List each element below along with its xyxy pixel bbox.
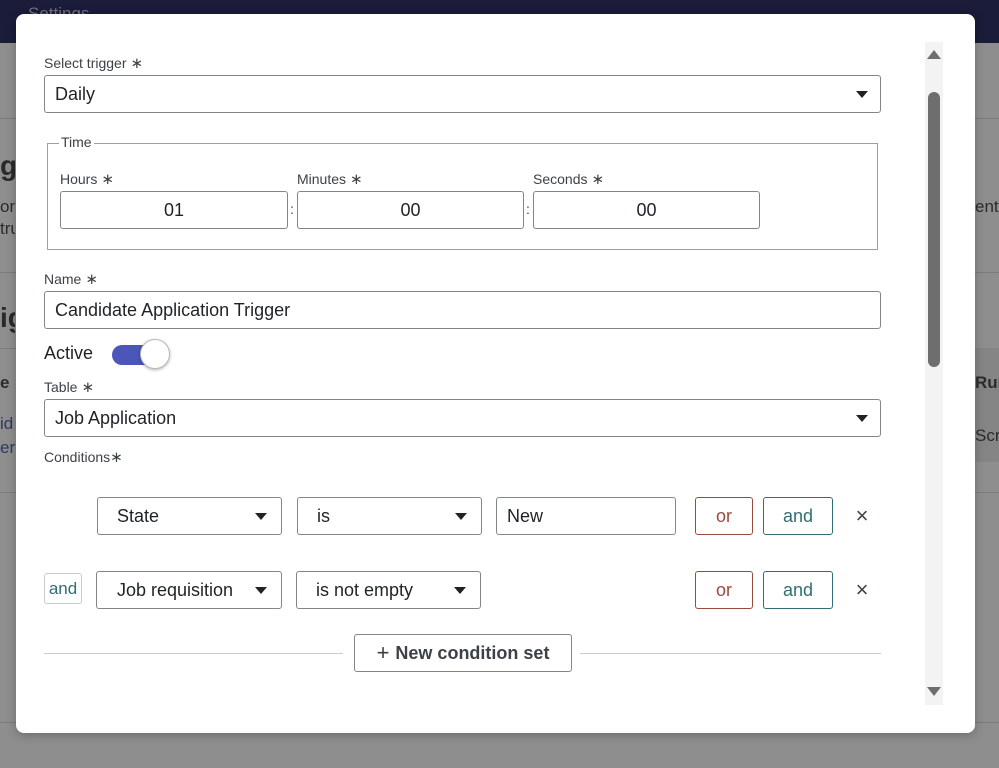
- required-star-icon: ∗: [110, 449, 123, 466]
- active-toggle-knob[interactable]: [140, 339, 170, 369]
- divider-line: [580, 653, 881, 654]
- table-select[interactable]: Job Application: [44, 399, 881, 437]
- or-button[interactable]: or: [695, 497, 753, 535]
- chevron-down-icon: [455, 513, 467, 520]
- new-condition-set-button[interactable]: + New condition set: [354, 634, 572, 672]
- background-link-fragment: er: [0, 438, 15, 457]
- seconds-input[interactable]: 00: [533, 191, 760, 229]
- chevron-down-icon: [255, 513, 267, 520]
- hours-label: Hours ∗: [60, 171, 114, 188]
- required-star-icon: ∗: [81, 379, 95, 396]
- time-separator: :: [290, 201, 294, 217]
- condition-operator-select[interactable]: is: [297, 497, 482, 535]
- chevron-down-icon: [856, 415, 868, 422]
- hours-input[interactable]: 01: [60, 191, 288, 229]
- table-select-value: Job Application: [55, 407, 177, 428]
- background-heading-fragment: g: [0, 150, 15, 181]
- select-trigger-label: Select trigger ∗: [44, 55, 144, 72]
- time-legend: Time: [59, 134, 94, 150]
- join-and-badge: and: [44, 573, 82, 604]
- background-heading-fragment: ig: [0, 302, 15, 333]
- conditions-label: Conditions∗: [44, 449, 123, 466]
- active-label: Active: [44, 343, 94, 363]
- required-star-icon: ∗: [591, 171, 605, 188]
- table-label: Table ∗: [44, 379, 95, 396]
- background-text-fragment: on: [0, 197, 15, 216]
- required-star-icon: ∗: [85, 271, 98, 288]
- chevron-down-icon: [454, 587, 466, 594]
- minutes-input[interactable]: 00: [297, 191, 524, 229]
- trigger-modal: Select trigger ∗ Daily Time Hours ∗ 01 : M…: [16, 14, 975, 733]
- chevron-down-icon: [856, 91, 868, 98]
- or-button[interactable]: or: [695, 571, 753, 609]
- plus-icon: +: [376, 640, 390, 665]
- background-text-fragment: Scr: [975, 426, 999, 445]
- condition-field-select[interactable]: Job requisition: [96, 571, 282, 609]
- close-icon[interactable]: ×: [851, 579, 873, 601]
- scroll-down-arrow-icon[interactable]: [927, 687, 941, 696]
- scroll-up-arrow-icon[interactable]: [927, 50, 941, 59]
- condition-operator-select[interactable]: is not empty: [296, 571, 481, 609]
- condition-field-select[interactable]: State: [97, 497, 282, 535]
- minutes-label: Minutes ∗: [297, 171, 363, 188]
- background-text-fragment: tru: [0, 219, 15, 238]
- required-star-icon: ∗: [350, 171, 363, 188]
- time-separator: :: [526, 201, 530, 217]
- name-input[interactable]: Candidate Application Trigger: [44, 291, 881, 329]
- scrollbar-thumb[interactable]: [928, 92, 940, 367]
- background-column-fragment: Run: [975, 373, 999, 392]
- trigger-select[interactable]: Daily: [44, 75, 881, 113]
- chevron-down-icon: [255, 587, 267, 594]
- background-link-fragment: id: [0, 414, 14, 433]
- background-column-fragment: e: [0, 373, 10, 392]
- background-text-fragment: ent: [975, 197, 999, 216]
- and-button[interactable]: and: [763, 571, 833, 609]
- required-star-icon: ∗: [101, 171, 114, 188]
- and-button[interactable]: and: [763, 497, 833, 535]
- trigger-select-value: Daily: [55, 83, 96, 104]
- condition-value-input[interactable]: New: [496, 497, 676, 535]
- close-icon[interactable]: ×: [851, 505, 873, 527]
- divider-line: [44, 653, 343, 654]
- name-label: Name ∗: [44, 271, 98, 288]
- seconds-label: Seconds ∗: [533, 171, 605, 188]
- required-star-icon: ∗: [130, 55, 144, 72]
